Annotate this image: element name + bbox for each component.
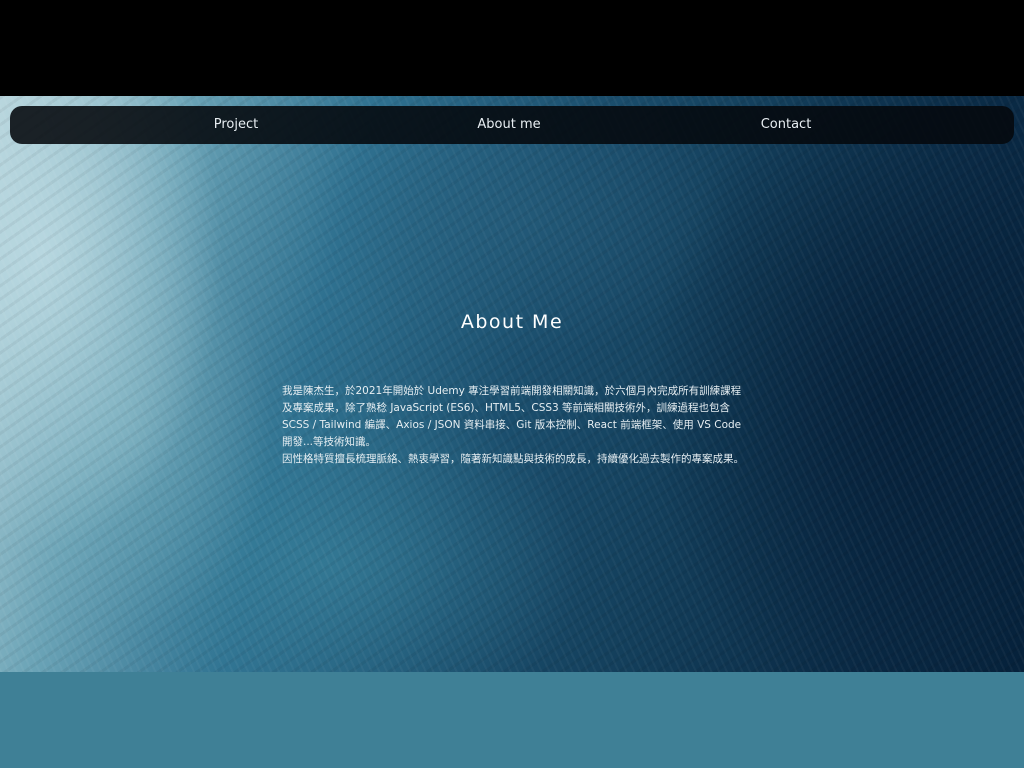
nav-link-about-me[interactable]: About me — [477, 106, 540, 144]
bottom-color-band — [0, 672, 1024, 768]
nav-link-contact[interactable]: Contact — [761, 106, 812, 144]
about-description: 我是陳杰生，於2021年開始於 Udemy 專注學習前端開發相關知識，於六個月內… — [282, 383, 744, 468]
about-paragraph-1: 我是陳杰生，於2021年開始於 Udemy 專注學習前端開發相關知識，於六個月內… — [282, 385, 742, 448]
about-heading: About Me — [460, 311, 564, 333]
top-letterbox — [0, 0, 1024, 96]
top-navbar: Project About me Contact — [10, 106, 1014, 144]
nav-link-project[interactable]: Project — [214, 106, 258, 144]
about-paragraph-2: 因性格特質擅長梳理脈絡、熱衷學習，隨著新知識點與技術的成長，持續優化過去製作的專… — [282, 453, 744, 465]
